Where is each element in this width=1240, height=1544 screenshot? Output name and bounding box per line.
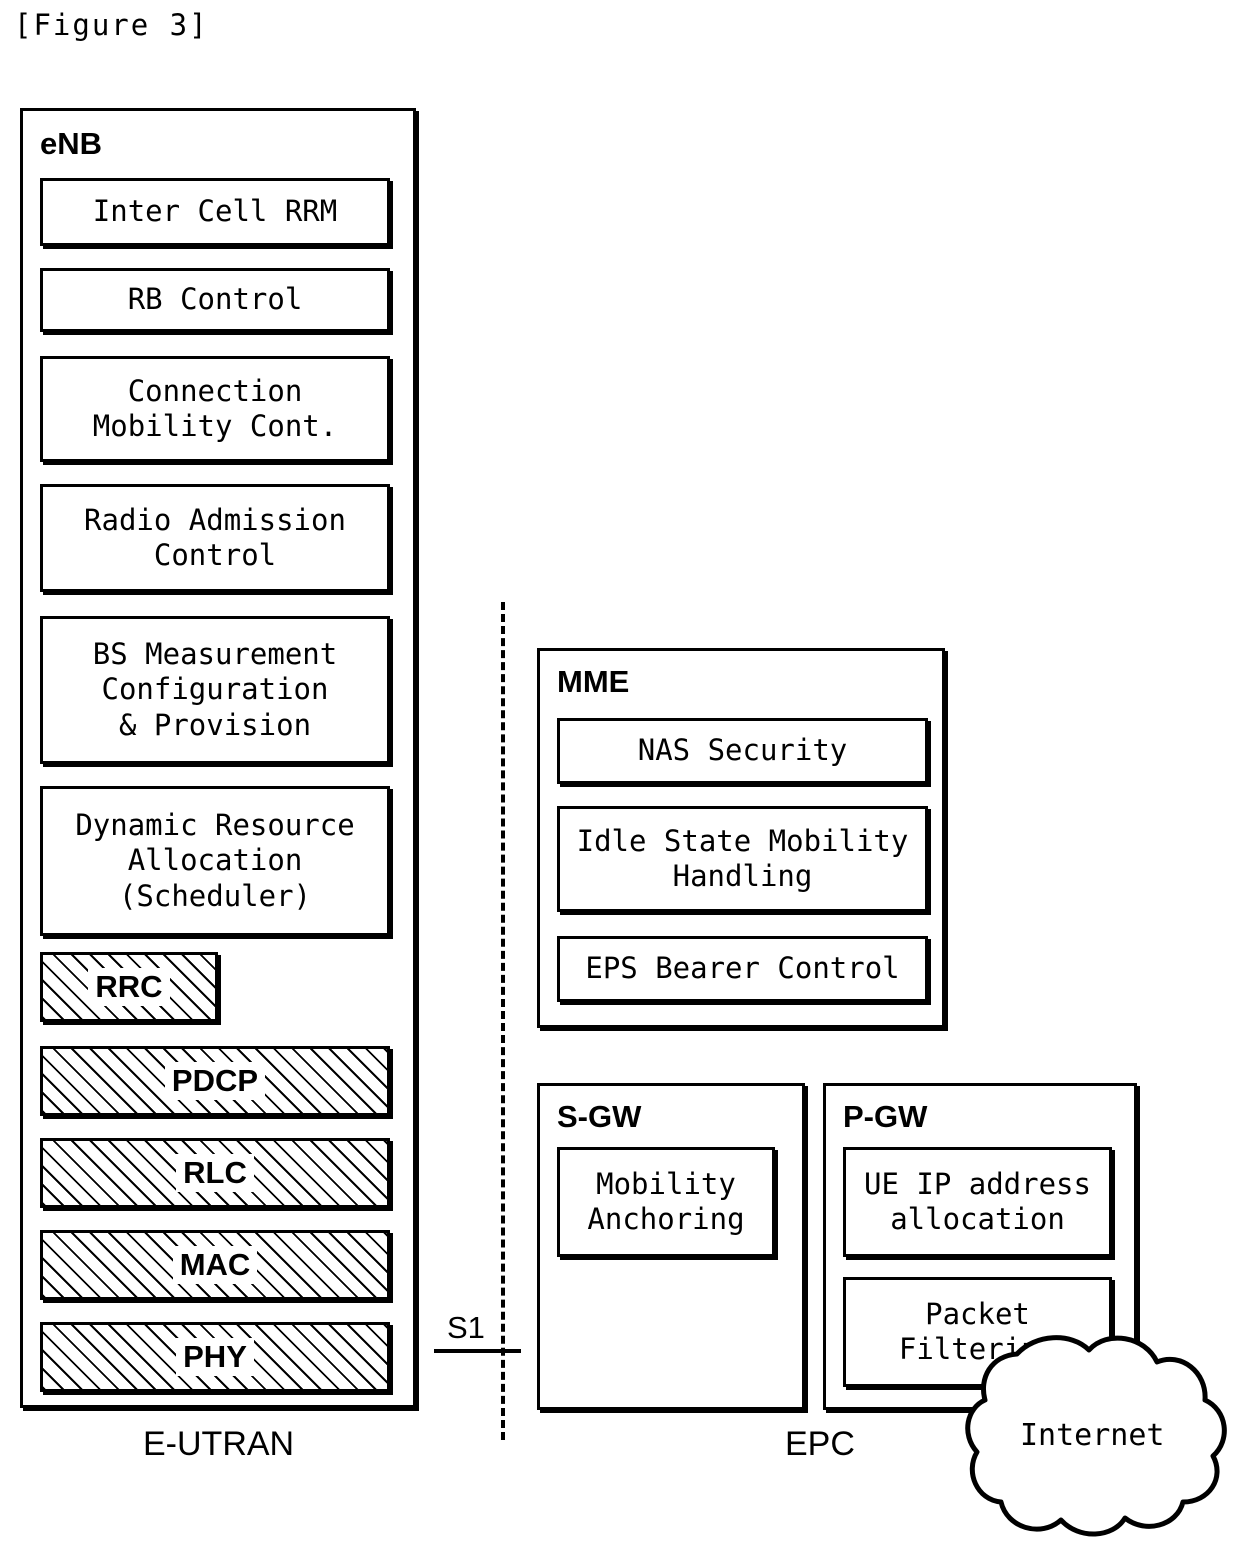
phy-box: PHY <box>40 1322 390 1392</box>
eutran-epc-divider <box>501 602 505 1440</box>
connection-mobility-cont-box: Connection Mobility Cont. <box>40 356 390 462</box>
bs-measurement-config-box: BS Measurement Configuration & Provision <box>40 616 390 764</box>
inter-cell-rrm-label: Inter Cell RRM <box>92 194 338 229</box>
mobility-anchoring-label: Mobility Anchoring <box>587 1166 745 1236</box>
mobility-anchoring-box: Mobility Anchoring <box>557 1147 775 1257</box>
radio-admission-control-label: Radio Admission Control <box>84 502 346 572</box>
rrc-box: RRC <box>40 952 218 1022</box>
ue-ip-address-allocation-label: UE IP address allocation <box>864 1166 1091 1236</box>
mac-box: MAC <box>40 1230 390 1300</box>
pdcp-box: PDCP <box>40 1046 390 1116</box>
s1-interface-label: S1 <box>447 1310 485 1345</box>
internet-label: Internet <box>1020 1418 1165 1453</box>
enb-label: eNB <box>40 126 103 161</box>
mme-label: MME <box>557 664 630 699</box>
dynamic-resource-allocation-label: Dynamic Resource Allocation (Scheduler) <box>75 807 355 913</box>
idle-state-mobility-box: Idle State Mobility Handling <box>557 806 928 912</box>
epc-caption: EPC <box>785 1425 855 1463</box>
dynamic-resource-allocation-box: Dynamic Resource Allocation (Scheduler) <box>40 786 390 936</box>
bs-measurement-config-label: BS Measurement Configuration & Provision <box>92 636 338 742</box>
s1-interface-line <box>434 1349 521 1353</box>
inter-cell-rrm-box: Inter Cell RRM <box>40 178 390 246</box>
sgw-label: S-GW <box>557 1099 642 1134</box>
figure-caption: [Figure 3] <box>14 8 209 42</box>
nas-security-label: NAS Security <box>637 733 848 768</box>
nas-security-box: NAS Security <box>557 718 928 784</box>
connection-mobility-cont-label: Connection Mobility Cont. <box>92 373 338 443</box>
ue-ip-address-allocation-box: UE IP address allocation <box>843 1147 1112 1257</box>
mac-label: MAC <box>172 1246 258 1284</box>
rrc-label: RRC <box>88 968 170 1006</box>
rb-control-box: RB Control <box>40 268 390 332</box>
pdcp-label: PDCP <box>164 1062 266 1100</box>
phy-label: PHY <box>176 1338 254 1376</box>
eps-bearer-control-box: EPS Bearer Control <box>557 936 928 1002</box>
eps-bearer-control-label: EPS Bearer Control <box>585 951 900 986</box>
rb-control-label: RB Control <box>127 282 303 317</box>
rlc-label: RLC <box>176 1154 254 1192</box>
radio-admission-control-box: Radio Admission Control <box>40 484 390 592</box>
pgw-label: P-GW <box>843 1099 928 1134</box>
idle-state-mobility-label: Idle State Mobility Handling <box>576 823 909 893</box>
rlc-box: RLC <box>40 1138 390 1208</box>
eutran-caption: E-UTRAN <box>143 1425 295 1463</box>
